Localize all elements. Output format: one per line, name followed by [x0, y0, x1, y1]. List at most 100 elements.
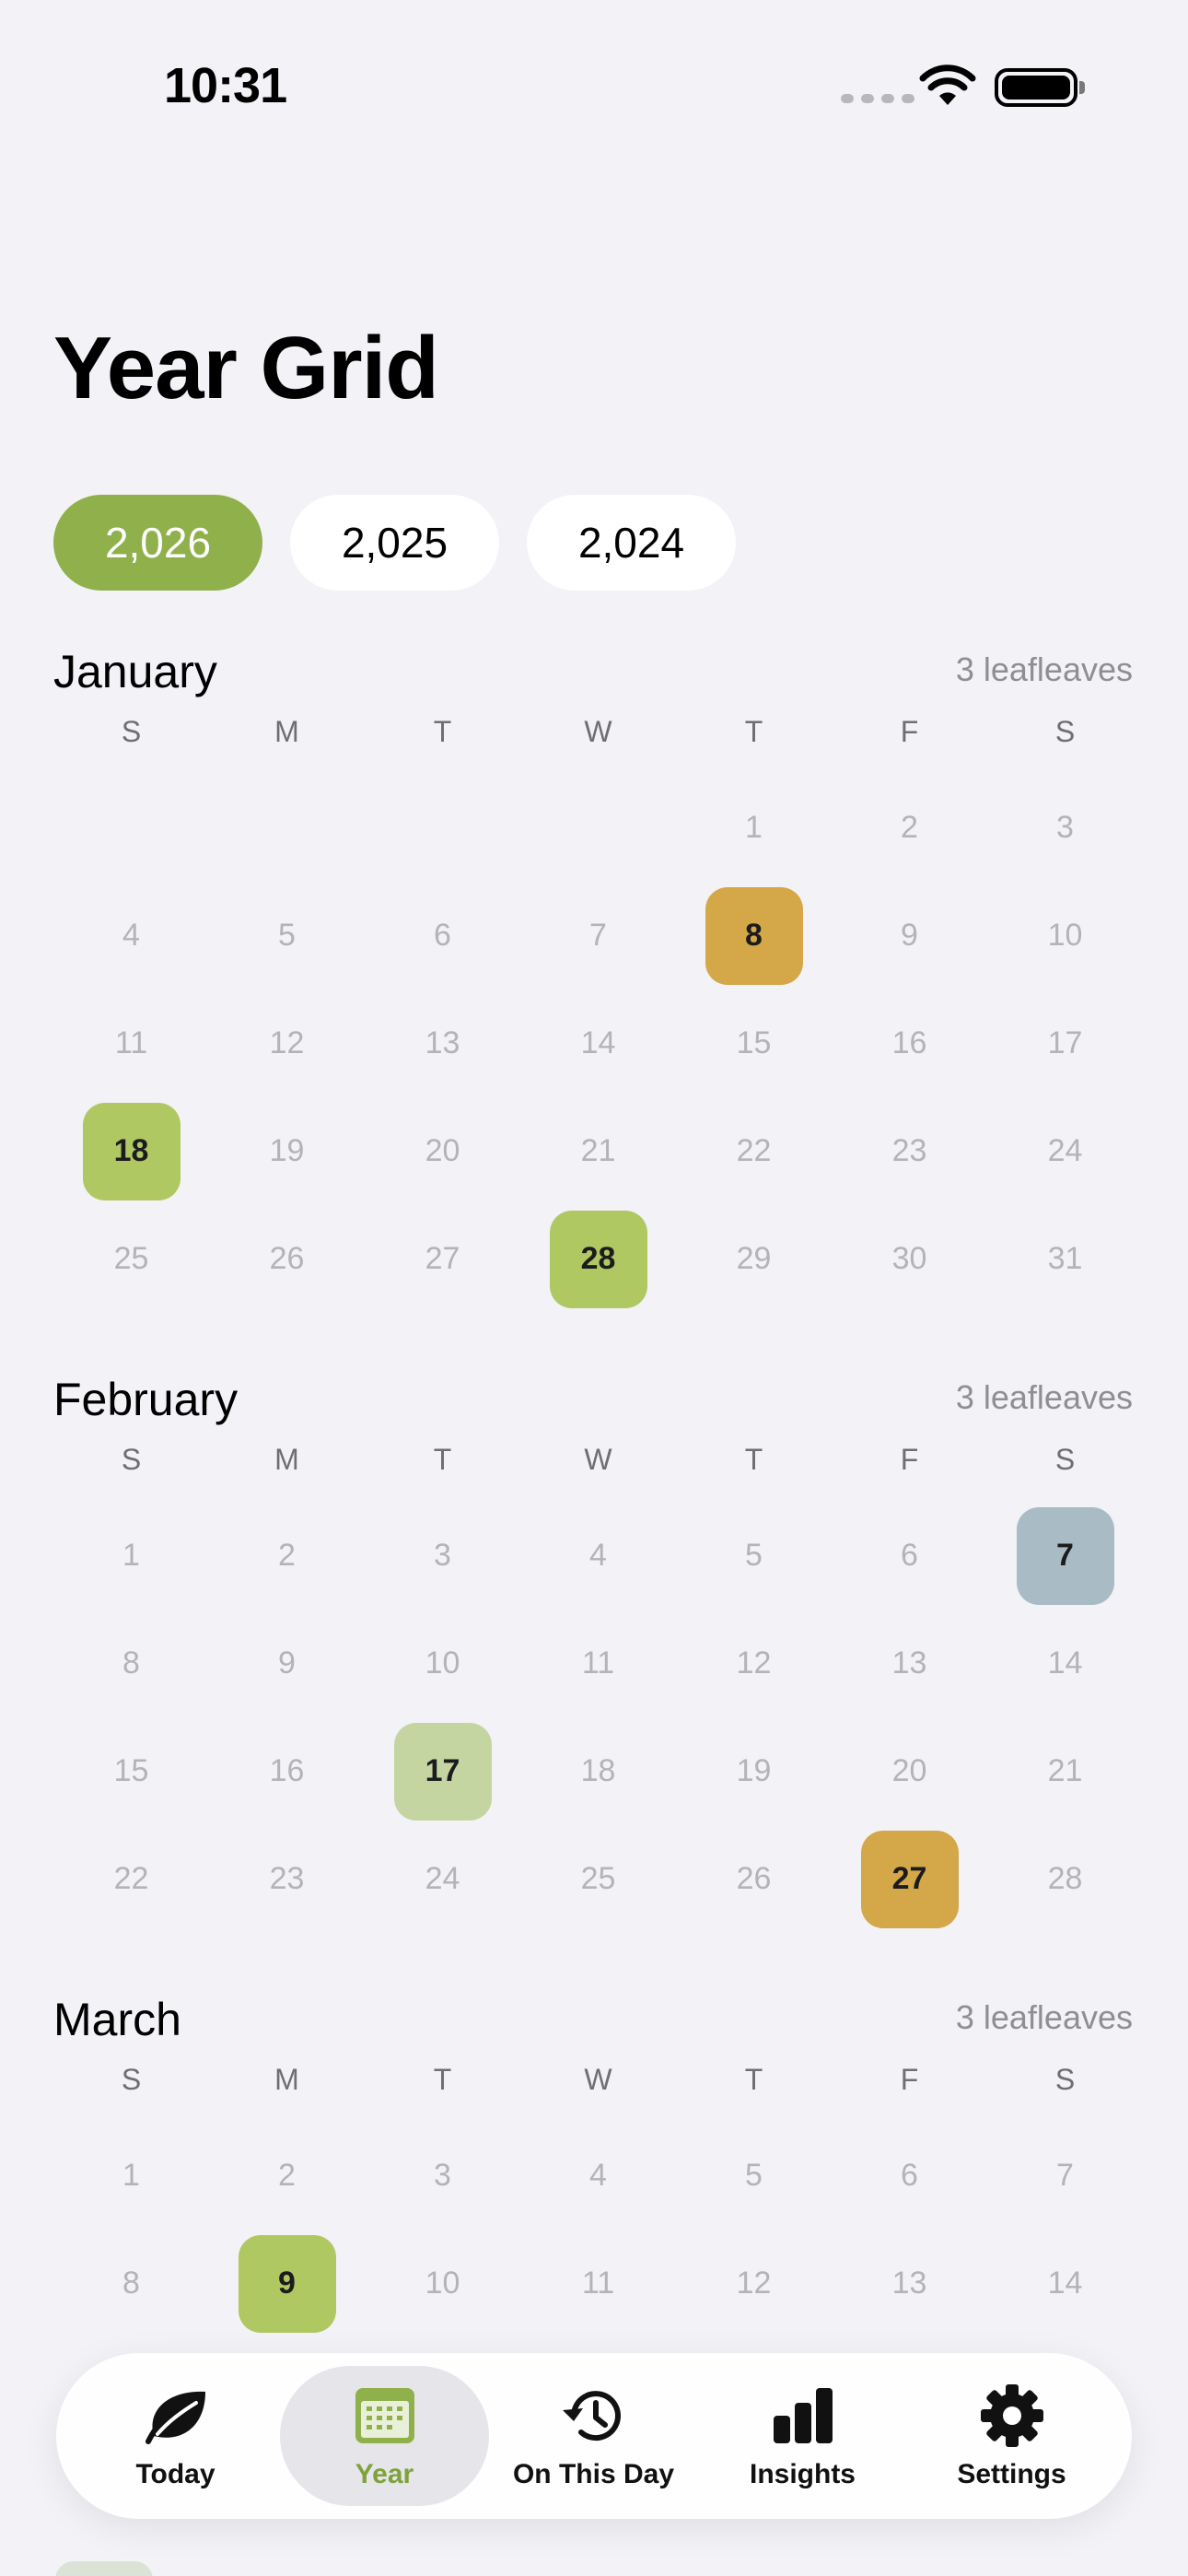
tab-year[interactable]: Year [280, 2366, 489, 2506]
day-cell[interactable]: 1 [676, 774, 832, 882]
year-pill-0[interactable]: 2,026 [53, 495, 262, 591]
day-cell[interactable]: 2 [832, 774, 987, 882]
day-cell[interactable]: 25 [53, 1205, 209, 1313]
day-cell[interactable]: 27 [365, 1205, 520, 1313]
day-number: 18 [82, 1102, 181, 1200]
day-cell[interactable]: 5 [676, 1502, 832, 1610]
day-cell[interactable]: 13 [832, 1610, 987, 1717]
weekday-header: SMTWTFS [53, 2063, 1142, 2097]
day-cell[interactable]: 23 [832, 1097, 987, 1205]
day-cell[interactable]: 3 [365, 1502, 520, 1610]
day-cell[interactable]: 2 [209, 2122, 365, 2230]
tab-on-this-day[interactable]: On This Day [489, 2366, 698, 2506]
day-cell-with-entry[interactable]: 9 [209, 2230, 365, 2337]
day-cell[interactable]: 20 [365, 1097, 520, 1205]
day-cell[interactable]: 18 [520, 1717, 676, 1825]
day-cell[interactable]: 3 [365, 2122, 520, 2230]
day-cell[interactable]: 23 [209, 1825, 365, 1933]
day-cell[interactable]: 2 [209, 1502, 365, 1610]
day-cell[interactable]: 21 [520, 1097, 676, 1205]
day-cell[interactable]: 9 [209, 1610, 365, 1717]
day-cell[interactable]: 4 [520, 2122, 676, 2230]
day-cell[interactable]: 7 [520, 882, 676, 989]
day-cell[interactable]: 6 [832, 1502, 987, 1610]
day-cell[interactable]: 16 [832, 989, 987, 1097]
wifi-icon [919, 64, 976, 105]
day-cell[interactable]: 31 [987, 1205, 1143, 1313]
day-cell[interactable]: 15 [676, 989, 832, 1097]
year-pill-1[interactable]: 2,025 [290, 495, 499, 591]
day-cell[interactable]: 30 [832, 1205, 987, 1313]
tab-bar: Today Year On This Day Insights Settings [56, 2353, 1132, 2519]
day-cell-with-entry[interactable]: 7 [987, 1502, 1143, 1610]
day-cell[interactable]: 13 [365, 989, 520, 1097]
day-cell[interactable]: 17 [987, 989, 1143, 1097]
weekday-label: T [744, 1443, 763, 1476]
weekday-label: T [744, 715, 763, 748]
day-cell[interactable]: 22 [53, 1825, 209, 1933]
day-cell[interactable]: 1 [53, 2122, 209, 2230]
month-name: January [53, 646, 217, 697]
day-cell[interactable]: 20 [832, 1717, 987, 1825]
day-cell[interactable]: 29 [676, 1205, 832, 1313]
day-cell[interactable]: 1 [53, 1502, 209, 1610]
month-entry-count: 3 leafleaves [955, 1998, 1133, 2036]
tab-today[interactable]: Today [71, 2366, 280, 2506]
day-cell[interactable]: 10 [365, 2230, 520, 2337]
day-cell-with-entry[interactable]: 8 [676, 882, 832, 989]
day-cell[interactable]: 6 [365, 882, 520, 989]
day-cell[interactable]: 28 [987, 1825, 1143, 1933]
day-cell[interactable]: 14 [520, 989, 676, 1097]
day-cell[interactable]: 13 [832, 2230, 987, 2337]
day-cell[interactable]: 21 [987, 1717, 1143, 1825]
day-cell[interactable]: 11 [53, 989, 209, 1097]
day-cell[interactable]: 8 [53, 2230, 209, 2337]
day-cell[interactable]: 15 [53, 1717, 209, 1825]
day-number: 5 [745, 1538, 763, 1573]
day-cell[interactable]: 4 [520, 1502, 676, 1610]
tab-label: Insights [749, 2458, 856, 2489]
day-number: 6 [901, 1538, 918, 1573]
day-number: 1 [122, 2158, 140, 2193]
day-cell[interactable]: 19 [676, 1717, 832, 1825]
day-cell[interactable]: 16 [209, 1717, 365, 1825]
day-cell[interactable]: 25 [520, 1825, 676, 1933]
day-cell[interactable]: 22 [676, 1097, 832, 1205]
day-cell-with-entry[interactable]: 27 [832, 1825, 987, 1933]
day-cell[interactable]: 12 [676, 1610, 832, 1717]
day-cell[interactable]: 7 [987, 2122, 1143, 2230]
day-number: 13 [891, 2266, 927, 2301]
weekday-label: F [900, 715, 919, 748]
day-cell[interactable]: 12 [209, 989, 365, 1097]
day-cell[interactable]: 24 [987, 1097, 1143, 1205]
day-cell[interactable]: 5 [209, 882, 365, 989]
day-cell[interactable]: 26 [209, 1205, 365, 1313]
tab-settings[interactable]: Settings [907, 2366, 1116, 2506]
day-cell[interactable]: 10 [365, 1610, 520, 1717]
day-number: 26 [736, 1861, 772, 1896]
tab-insights[interactable]: Insights [698, 2366, 907, 2506]
day-cell-with-entry[interactable]: 28 [520, 1205, 676, 1313]
day-cell[interactable]: 8 [53, 1610, 209, 1717]
day-cell[interactable]: 4 [53, 882, 209, 989]
day-cell[interactable]: 6 [832, 2122, 987, 2230]
day-cell[interactable]: 19 [209, 1097, 365, 1205]
day-number: 6 [901, 2158, 918, 2193]
day-cell-with-entry[interactable]: 18 [53, 1097, 209, 1205]
day-cell[interactable]: 9 [832, 882, 987, 989]
day-cell[interactable]: 14 [987, 2230, 1143, 2337]
tab-label: Year [355, 2458, 414, 2489]
day-cell[interactable]: 26 [676, 1825, 832, 1933]
day-cell-with-entry[interactable]: 17 [365, 1717, 520, 1825]
day-cell[interactable]: 10 [987, 882, 1143, 989]
day-cell[interactable]: 12 [676, 2230, 832, 2337]
day-cell[interactable]: 11 [520, 2230, 676, 2337]
day-number: 9 [238, 2234, 336, 2333]
day-cell[interactable]: 14 [987, 1610, 1143, 1717]
day-cell[interactable]: 5 [676, 2122, 832, 2230]
day-cell[interactable]: 11 [520, 1610, 676, 1717]
year-pill-2[interactable]: 2,024 [527, 495, 736, 591]
day-number: 11 [581, 2266, 615, 2301]
day-cell[interactable]: 3 [987, 774, 1143, 882]
day-cell[interactable]: 24 [365, 1825, 520, 1933]
